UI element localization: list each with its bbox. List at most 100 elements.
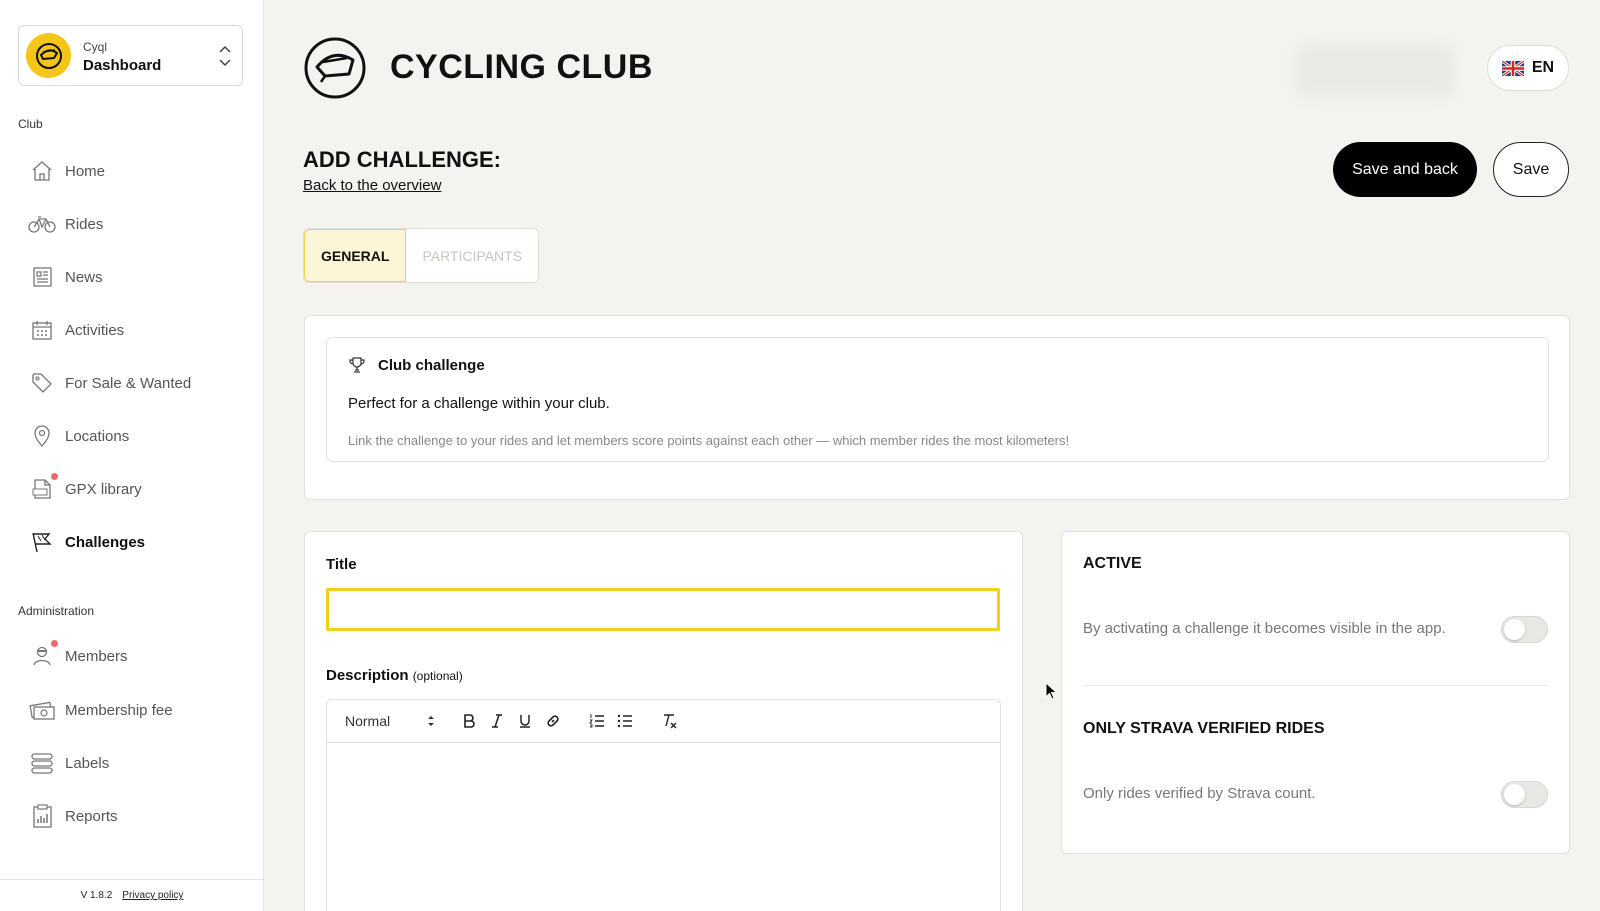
app-switcher[interactable]: Cyql Dashboard [18, 25, 243, 86]
challenge-type-title: Club challenge [378, 356, 485, 374]
privacy-policy-link[interactable]: Privacy policy [122, 890, 183, 901]
description-label-text: Description [326, 667, 409, 684]
sidebar-item-label: Membership fee [65, 701, 173, 719]
sidebar-item-label: Rides [65, 215, 104, 233]
clear-format-icon [664, 714, 677, 729]
italic-button[interactable] [483, 707, 511, 735]
sidebar-item-label: Reports [65, 807, 118, 825]
sidebar-item-label: Challenges [65, 533, 146, 551]
strava-toggle[interactable] [1501, 781, 1548, 808]
trophy-icon [349, 357, 365, 373]
sidebar-item-home[interactable]: Home [18, 151, 248, 191]
strava-setting-description: Only rides verified by Strava count. [1083, 785, 1316, 802]
cycling-helmet-logo-icon [304, 37, 366, 99]
calendar-icon [28, 316, 56, 344]
money-icon [28, 696, 56, 724]
ordered-list-icon [589, 714, 604, 728]
flag-icon [28, 528, 56, 556]
switcher-title: Dashboard [83, 57, 162, 74]
uk-flag-icon [1501, 60, 1524, 76]
bicycle-icon [28, 210, 56, 238]
sidebar-item-label: Activities [65, 321, 125, 339]
title-input[interactable] [326, 588, 1000, 631]
format-select[interactable]: Normal [345, 713, 435, 729]
section-label-club: Club [18, 117, 43, 131]
description-editor: Normal [326, 699, 1001, 911]
sidebar-footer: V 1.8.2 Privacy policy [0, 879, 264, 911]
toggle-knob [1504, 619, 1525, 640]
club-logo-icon [26, 33, 71, 78]
active-setting-description: By activating a challenge it becomes vis… [1083, 620, 1446, 637]
clipboard-icon [28, 802, 56, 830]
sidebar-item-for-sale[interactable]: For Sale & Wanted [18, 363, 248, 403]
sidebar-item-label: Home [65, 162, 106, 180]
sidebar-item-membership-fee[interactable]: Membership fee [18, 690, 248, 730]
blurred-user-area [1295, 44, 1455, 98]
sidebar-item-rides[interactable]: Rides [18, 204, 248, 244]
challenge-type-detail: Link the challenge to your rides and let… [348, 433, 1070, 448]
tab-participants[interactable]: PARTICIPANTS [406, 229, 538, 282]
map-pin-icon [28, 422, 56, 450]
language-code: EN [1531, 59, 1555, 76]
italic-icon [492, 714, 502, 728]
form-tabs: GENERAL PARTICIPANTS [303, 228, 540, 283]
chevron-updown-icon [219, 45, 231, 67]
sidebar-item-label: Members [65, 647, 128, 665]
sidebar-item-labels[interactable]: Labels [18, 743, 248, 783]
challenge-type-description: Perfect for a challenge within your club… [348, 395, 610, 412]
challenge-form-card: Title Description (optional) Normal [304, 531, 1023, 911]
description-label: Description (optional) [326, 667, 463, 684]
underline-button[interactable] [511, 707, 539, 735]
sidebar-item-members[interactable]: Members [18, 636, 248, 676]
page-title: ADD CHALLENGE: [303, 147, 501, 172]
description-optional: (optional) [412, 669, 463, 683]
active-toggle[interactable] [1501, 616, 1548, 643]
sidebar-item-activities[interactable]: Activities [18, 310, 248, 350]
sidebar-item-reports[interactable]: Reports [18, 796, 248, 836]
back-to-overview-link[interactable]: Back to the overview [303, 177, 441, 194]
ordered-list-button[interactable] [583, 707, 611, 735]
sidebar-item-locations[interactable]: Locations [18, 416, 248, 456]
updown-icon [428, 716, 434, 726]
bullet-list-button[interactable] [611, 707, 639, 735]
sidebar-item-label: News [65, 268, 103, 286]
gpx-file-icon [28, 473, 58, 503]
tab-general[interactable]: GENERAL [304, 229, 407, 282]
challenge-type-card: Club challenge Perfect for a challenge w… [304, 315, 1570, 500]
bold-icon [464, 714, 475, 728]
club-name: CYCLING CLUB [390, 48, 653, 86]
language-switcher[interactable]: EN [1487, 45, 1569, 91]
title-label: Title [326, 556, 357, 573]
editor-toolbar: Normal [327, 700, 1000, 743]
link-icon [547, 715, 559, 727]
challenge-type-header: Club challenge [348, 356, 485, 374]
sidebar-item-challenges[interactable]: Challenges [18, 522, 248, 562]
sidebar: Cyql Dashboard Club Home Rides News Acti… [0, 0, 264, 911]
tag-icon [28, 369, 56, 397]
sidebar-item-label: Locations [65, 427, 130, 445]
newspaper-icon [28, 263, 56, 291]
sidebar-item-label: For Sale & Wanted [65, 374, 192, 392]
sidebar-item-label: GPX library [65, 480, 142, 498]
save-button[interactable]: Save [1493, 142, 1569, 197]
home-icon [28, 157, 56, 185]
sidebar-item-gpx-library[interactable]: GPX library [18, 469, 248, 509]
clear-format-button[interactable] [655, 707, 683, 735]
format-select-value: Normal [345, 713, 391, 729]
underline-icon [520, 715, 530, 728]
save-and-back-button[interactable]: Save and back [1333, 142, 1477, 197]
bullet-list-icon [617, 714, 632, 728]
bold-button[interactable] [455, 707, 483, 735]
notification-dot [51, 473, 58, 480]
member-icon [28, 640, 58, 670]
toggle-knob [1504, 784, 1525, 805]
sidebar-item-news[interactable]: News [18, 257, 248, 297]
version-text: V 1.8.2 [80, 890, 113, 901]
switcher-app-name: Cyql [83, 40, 108, 54]
mouse-cursor-icon [1045, 682, 1058, 700]
active-setting-title: ACTIVE [1083, 555, 1142, 572]
challenge-type-option[interactable]: Club challenge Perfect for a challenge w… [326, 337, 1549, 462]
link-button[interactable] [539, 707, 567, 735]
settings-divider [1083, 685, 1548, 686]
settings-card: ACTIVE By activating a challenge it beco… [1061, 531, 1570, 854]
